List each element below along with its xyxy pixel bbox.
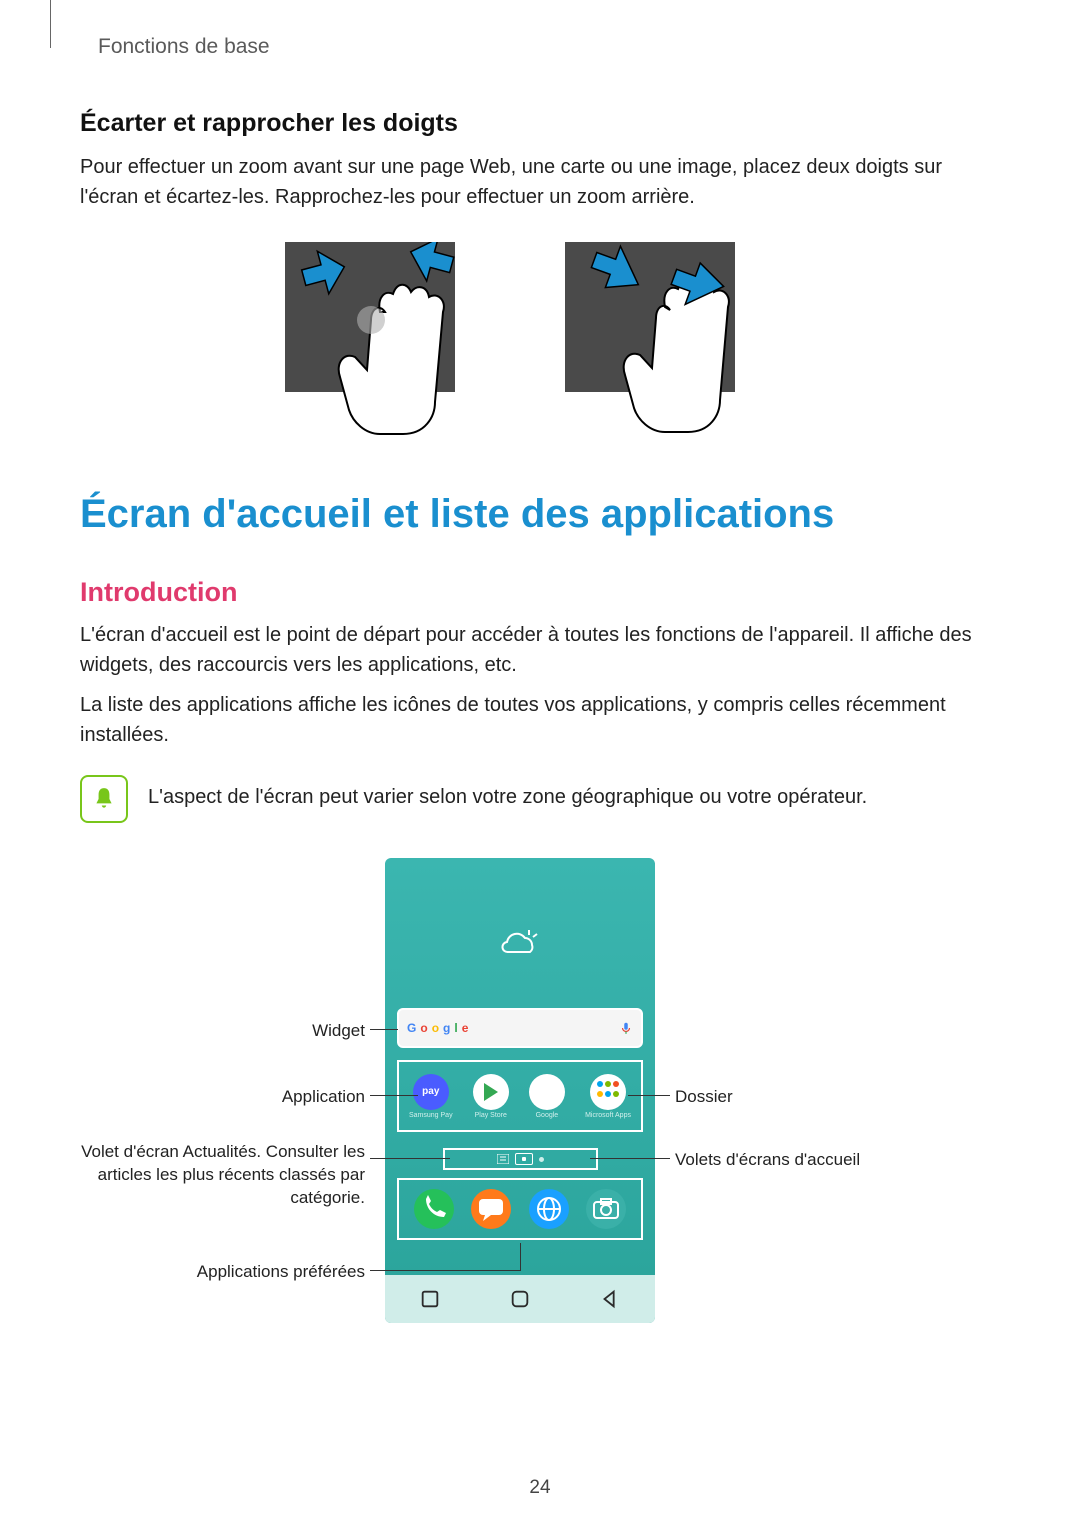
callout-favorites: Applications préférées <box>140 1261 365 1284</box>
pinch-out-icon <box>285 242 515 437</box>
header-divider <box>50 0 51 48</box>
home-icon <box>509 1288 531 1310</box>
app-label: Microsoft Apps <box>585 1112 631 1119</box>
note-text: L'aspect de l'écran peut varier selon vo… <box>148 772 867 812</box>
callout-widget: Widget <box>265 1020 365 1043</box>
mic-icon <box>619 1021 633 1035</box>
note-icon <box>80 775 128 823</box>
callout-news-panel: Volet d'écran Actualités. Consulter les … <box>80 1141 365 1210</box>
home-screen-diagram: Google pay Samsung Pay Play Store Google … <box>80 858 1000 1348</box>
page-number: 24 <box>0 1477 1080 1499</box>
callout-home-panels: Volets d'écrans d'accueil <box>675 1149 860 1172</box>
intro-p1: L'écran d'accueil est le point de départ… <box>80 620 1000 680</box>
search-widget: Google <box>397 1008 643 1048</box>
note-block: L'aspect de l'écran peut varier selon vo… <box>80 772 1000 823</box>
callout-folder: Dossier <box>675 1086 733 1109</box>
pinch-heading: Écarter et rapprocher les doigts <box>80 109 1000 138</box>
phone-app-icon <box>414 1189 454 1229</box>
document-page: Fonctions de base Écarter et rapprocher … <box>0 0 1080 1527</box>
favorites-tray <box>397 1178 643 1240</box>
app-google-icon <box>529 1074 565 1110</box>
main-heading: Écran d'accueil et liste des application… <box>80 492 1000 537</box>
bell-icon <box>91 786 117 812</box>
section-header: Fonctions de base <box>98 35 1000 59</box>
app-row: pay Samsung Pay Play Store Google Microso… <box>397 1060 643 1132</box>
messages-app-icon <box>471 1189 511 1229</box>
recents-icon <box>419 1288 441 1310</box>
weather-widget-icon <box>385 872 655 1007</box>
pinch-body: Pour effectuer un zoom avant sur une pag… <box>80 152 1000 212</box>
pinch-in-icon <box>565 242 795 437</box>
intro-heading: Introduction <box>80 577 1000 608</box>
back-icon <box>599 1288 621 1310</box>
app-folder-icon <box>590 1074 626 1110</box>
app-playstore-icon <box>473 1074 509 1110</box>
camera-app-icon <box>586 1189 626 1229</box>
app-label: Google <box>536 1112 559 1119</box>
android-navbar <box>385 1275 655 1323</box>
callout-application: Application <box>235 1086 365 1109</box>
gesture-illustrations <box>80 242 1000 437</box>
news-panel-indicator-icon <box>497 1154 509 1164</box>
page-indicator <box>443 1148 598 1170</box>
internet-app-icon <box>529 1189 569 1229</box>
app-pay-icon: pay <box>413 1074 449 1110</box>
intro-p2: La liste des applications affiche les ic… <box>80 690 1000 750</box>
app-label: Samsung Pay <box>409 1112 453 1119</box>
app-label: Play Store <box>475 1112 507 1119</box>
